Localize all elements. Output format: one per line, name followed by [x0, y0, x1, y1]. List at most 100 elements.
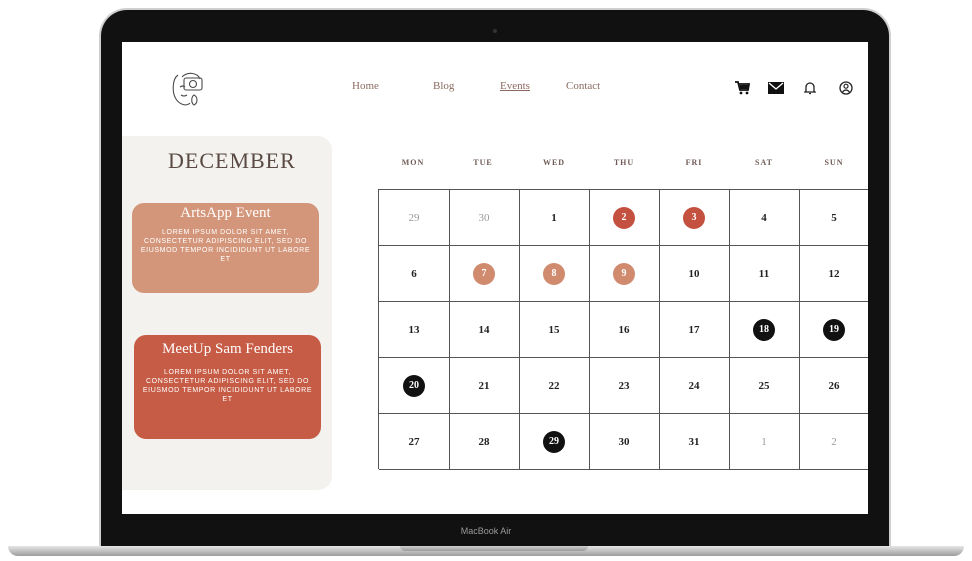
calendar-grid: 29 30 1 2 3 4 5 6 7 8 9 10 11 12 13 14 1…: [378, 189, 868, 470]
weekday-mon: MON: [401, 158, 425, 167]
event-card-artsapp[interactable]: ArtsApp Event LOREM IPSUM DOLOR SIT AMET…: [132, 203, 319, 293]
camera-icon: [493, 29, 497, 33]
nav-events[interactable]: Events: [500, 80, 530, 92]
day-cell[interactable]: 24: [659, 358, 730, 414]
day-number: 29: [408, 211, 420, 224]
account-icon[interactable]: [838, 80, 854, 96]
day-number: 30: [478, 211, 490, 224]
day-cell[interactable]: 22: [519, 358, 590, 414]
day-number: 5: [831, 211, 837, 224]
event-description: LOREM IPSUM DOLOR SIT AMET, CONSECTETUR …: [140, 229, 311, 263]
day-number: 3: [683, 206, 705, 229]
event-title: MeetUp Sam Fenders: [162, 341, 293, 357]
event-description: LOREM IPSUM DOLOR SIT AMET, CONSECTETUR …: [142, 369, 313, 403]
day-cell-event[interactable]: 29: [519, 414, 590, 470]
day-number: 9: [613, 262, 635, 285]
day-cell[interactable]: 30: [449, 190, 520, 246]
day-number: 15: [548, 323, 560, 336]
day-cell[interactable]: 5: [799, 190, 868, 246]
logo[interactable]: [142, 48, 232, 128]
events-sidebar: DECEMBER ArtsApp Event LOREM IPSUM DOLOR…: [122, 136, 332, 490]
day-cell-event[interactable]: 8: [519, 246, 590, 302]
day-number: 21: [478, 379, 490, 392]
day-number: 24: [688, 379, 700, 392]
laptop-frame: Home Blog Events Contact DECEMBER ArtsAp…: [101, 10, 889, 550]
weekday-wed: WED: [542, 158, 566, 167]
day-cell[interactable]: 2: [799, 414, 868, 470]
day-number: 8: [543, 262, 565, 285]
day-cell[interactable]: 28: [449, 414, 520, 470]
day-number: 12: [828, 267, 840, 280]
cart-icon[interactable]: [734, 80, 750, 96]
event-title: ArtsApp Event: [180, 205, 271, 221]
month-title: DECEMBER: [168, 148, 296, 173]
day-cell[interactable]: 1: [729, 414, 800, 470]
day-cell-event[interactable]: 20: [379, 358, 450, 414]
day-number: 6: [411, 267, 417, 280]
nav-blog[interactable]: Blog: [433, 80, 454, 92]
day-cell[interactable]: 21: [449, 358, 520, 414]
day-cell[interactable]: 4: [729, 190, 800, 246]
day-cell[interactable]: 15: [519, 302, 590, 358]
day-number: 29: [543, 430, 565, 453]
nav-contact[interactable]: Contact: [566, 80, 600, 92]
day-number: 1: [761, 435, 767, 448]
day-number: 2: [613, 206, 635, 229]
face-camera-logo-icon: [172, 72, 203, 106]
event-card-meetup[interactable]: MeetUp Sam Fenders LOREM IPSUM DOLOR SIT…: [134, 335, 321, 439]
day-number: 7: [473, 262, 495, 285]
device-label: MacBook Air: [460, 526, 512, 536]
day-number: 16: [618, 323, 630, 336]
day-cell[interactable]: 11: [729, 246, 800, 302]
day-cell[interactable]: 31: [659, 414, 730, 470]
day-cell-event[interactable]: 18: [729, 302, 800, 358]
day-cell[interactable]: 23: [589, 358, 660, 414]
day-number: 31: [688, 435, 700, 448]
day-number: 22: [548, 379, 560, 392]
day-number: 25: [758, 379, 770, 392]
day-number: 19: [823, 318, 845, 341]
day-cell[interactable]: 17: [659, 302, 730, 358]
day-number: 20: [403, 374, 425, 397]
day-cell-event[interactable]: 2: [589, 190, 660, 246]
day-cell[interactable]: 12: [799, 246, 868, 302]
day-number: 27: [408, 435, 420, 448]
app-screen: Home Blog Events Contact DECEMBER ArtsAp…: [122, 42, 868, 514]
day-number: 18: [753, 318, 775, 341]
day-number: 17: [688, 323, 700, 336]
day-number: 10: [688, 267, 700, 280]
mail-icon[interactable]: [768, 80, 784, 96]
weekday-sat: SAT: [755, 158, 773, 167]
day-cell[interactable]: 27: [379, 414, 450, 470]
day-cell[interactable]: 1: [519, 190, 590, 246]
weekday-tue: TUE: [473, 158, 493, 167]
weekday-sun: SUN: [824, 158, 844, 167]
day-number: 30: [618, 435, 630, 448]
day-cell-event[interactable]: 9: [589, 246, 660, 302]
day-number: 1: [551, 211, 557, 224]
day-cell-event[interactable]: 19: [799, 302, 868, 358]
day-cell-event[interactable]: 3: [659, 190, 730, 246]
day-cell[interactable]: 14: [449, 302, 520, 358]
day-cell[interactable]: 16: [589, 302, 660, 358]
day-cell[interactable]: 13: [379, 302, 450, 358]
day-number: 28: [478, 435, 490, 448]
day-number: 11: [758, 267, 770, 280]
day-cell-event[interactable]: 7: [449, 246, 520, 302]
day-number: 26: [828, 379, 840, 392]
day-cell[interactable]: 10: [659, 246, 730, 302]
laptop-notch: [400, 546, 588, 551]
day-number: 13: [408, 323, 420, 336]
day-cell[interactable]: 25: [729, 358, 800, 414]
day-number: 4: [761, 211, 767, 224]
day-number: 14: [478, 323, 490, 336]
bell-icon[interactable]: [802, 80, 818, 96]
day-number: 2: [831, 435, 837, 448]
weekday-thu: THU: [613, 158, 635, 167]
day-cell[interactable]: 26: [799, 358, 868, 414]
nav-home[interactable]: Home: [352, 80, 379, 92]
day-cell[interactable]: 29: [379, 190, 450, 246]
day-cell[interactable]: 6: [379, 246, 450, 302]
day-cell[interactable]: 30: [589, 414, 660, 470]
day-number: 23: [618, 379, 630, 392]
